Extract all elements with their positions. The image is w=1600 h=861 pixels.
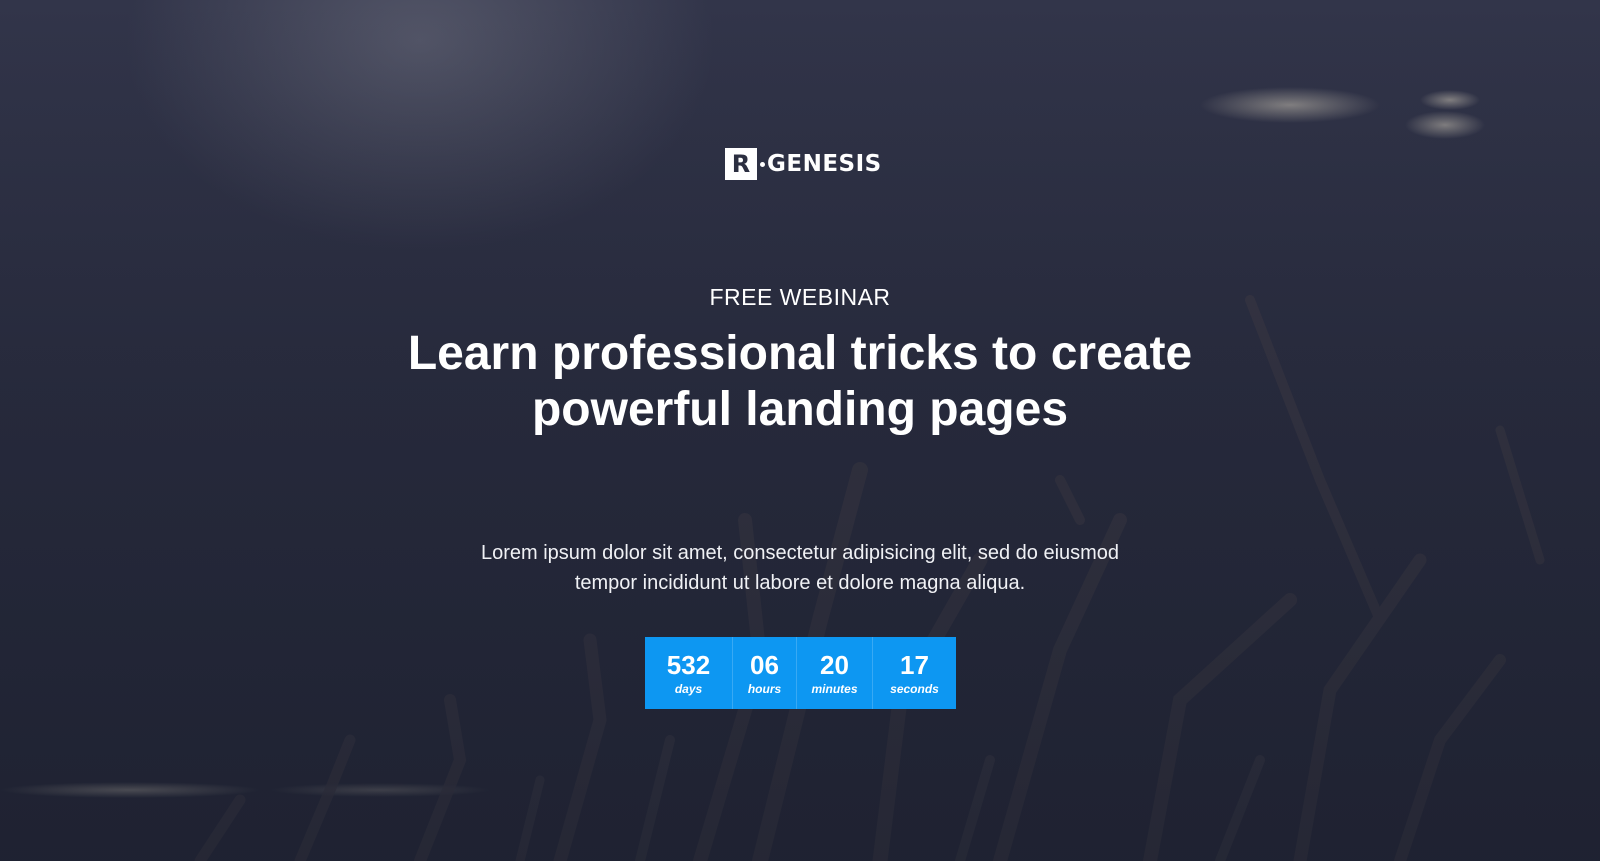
countdown-hours: 06 hours (733, 637, 797, 709)
countdown-days: 532 days (645, 637, 733, 709)
hero-description-line-1: Lorem ipsum dolor sit amet, consectetur … (480, 542, 1120, 564)
hero-section: R GENESIS FREE WEBINAR Learn professiona… (0, 0, 1600, 861)
countdown-minutes-value: 20 (820, 649, 849, 680)
logo-mark-letter: R (731, 150, 751, 178)
page-title-line-2: powerful landing pages (531, 383, 1069, 436)
logo-dot-icon (760, 161, 765, 167)
countdown-minutes-unit: minutes (811, 681, 858, 696)
countdown-seconds: 17 seconds (873, 637, 956, 709)
hero-description: Lorem ipsum dolor sit amet, consectetur … (450, 538, 1150, 598)
page-title: Learn professional tricks to create powe… (300, 326, 1300, 438)
countdown-days-unit: days (674, 681, 703, 696)
countdown-seconds-value: 17 (900, 649, 929, 680)
countdown-hours-unit: hours (747, 681, 782, 696)
countdown-days-value: 532 (666, 649, 711, 680)
countdown-seconds-unit: seconds (890, 681, 939, 696)
countdown-timer: 532 days 06 hours 20 minutes 17 seconds (645, 637, 956, 709)
countdown-minutes: 20 minutes (797, 637, 873, 709)
page-title-line-1: Learn professional tricks to create (407, 327, 1193, 380)
brand-name: GENESIS (767, 151, 882, 177)
hero-content: R GENESIS FREE WEBINAR Learn professiona… (0, 0, 1600, 861)
logo-mark-icon: R (725, 148, 757, 180)
eyebrow-label: FREE WEBINAR (709, 284, 891, 310)
hero-description-line-2: tempor incididunt ut labore et dolore ma… (574, 572, 1026, 594)
countdown-hours-value: 06 (750, 649, 779, 680)
brand-logo[interactable]: R GENESIS (725, 148, 882, 180)
